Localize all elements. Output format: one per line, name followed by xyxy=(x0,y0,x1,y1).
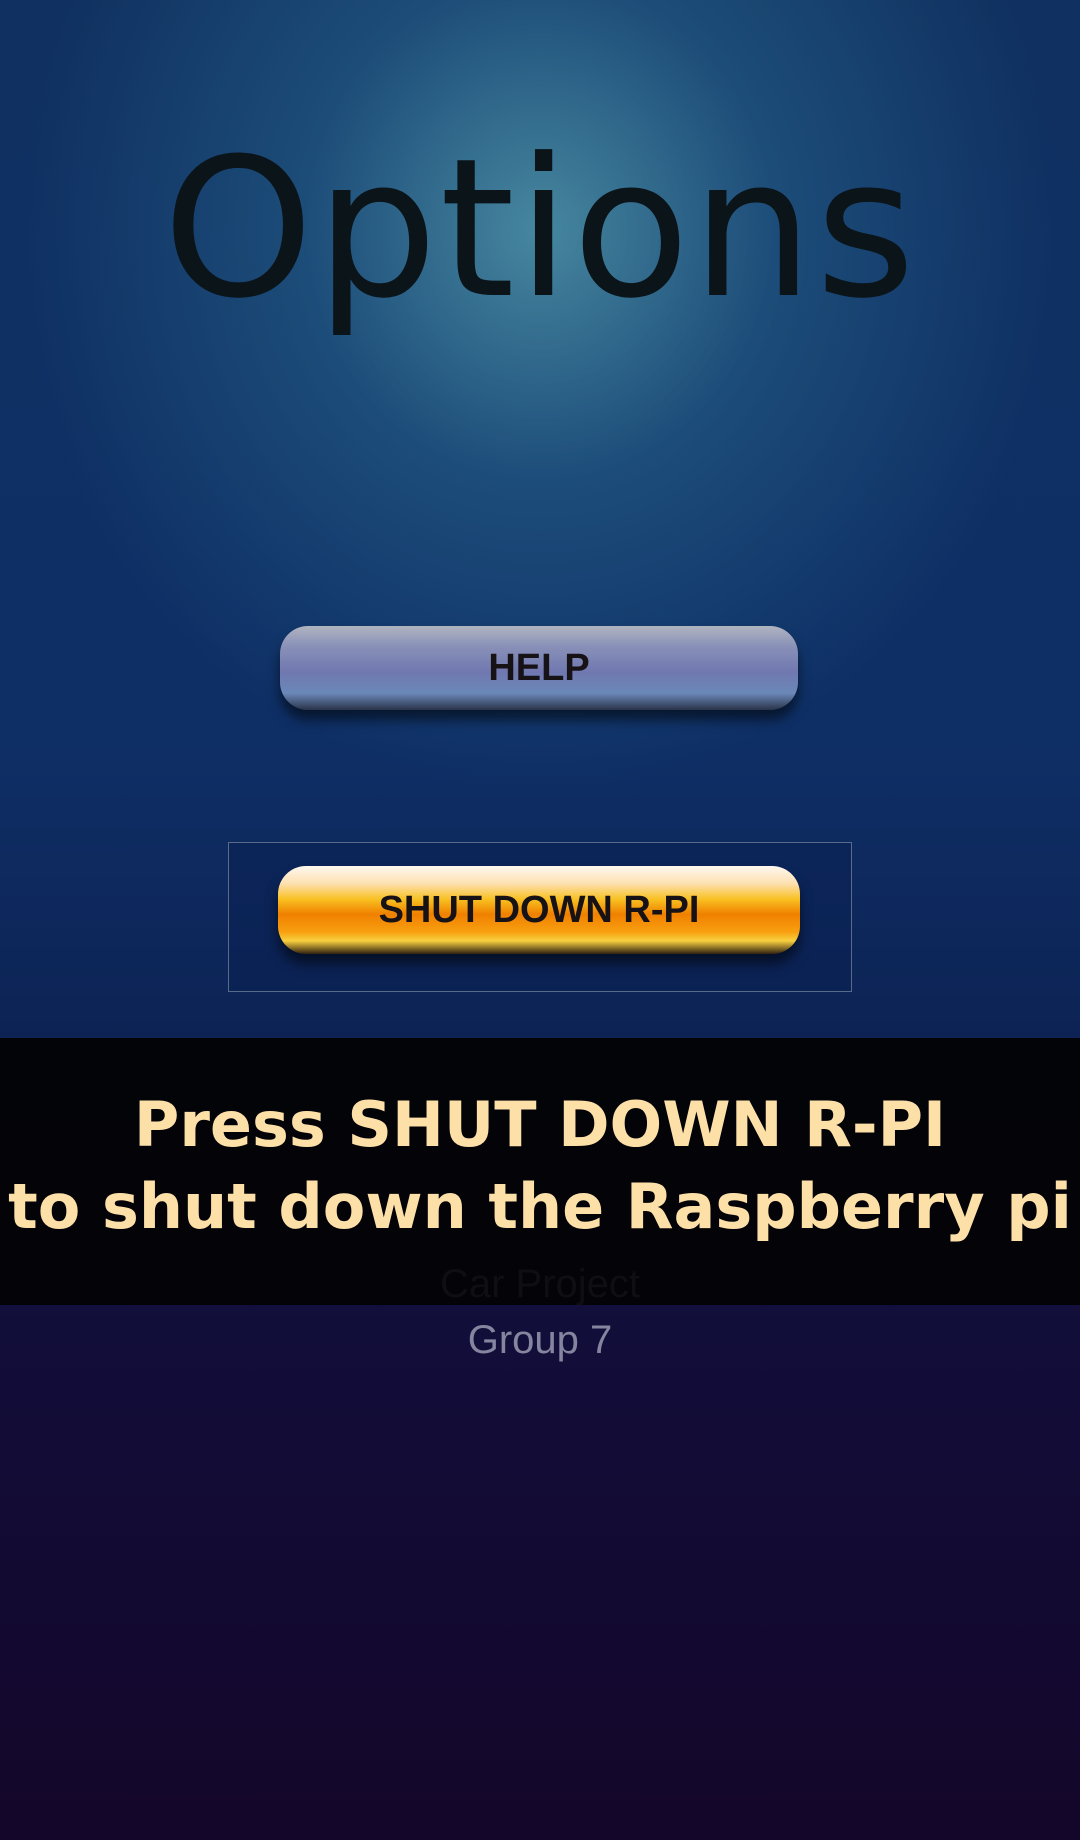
help-button[interactable]: HELP xyxy=(280,626,798,710)
toast-line-1: Press SHUT DOWN R-PI xyxy=(133,1088,947,1161)
group-label: Group 7 xyxy=(467,1318,613,1362)
toast-line-2: to shut down the Raspberry pi xyxy=(8,1170,1072,1243)
shutdown-button[interactable]: SHUT DOWN R-PI xyxy=(278,866,800,954)
page-title: Options xyxy=(162,118,918,341)
project-label: Car Project xyxy=(439,1262,641,1306)
